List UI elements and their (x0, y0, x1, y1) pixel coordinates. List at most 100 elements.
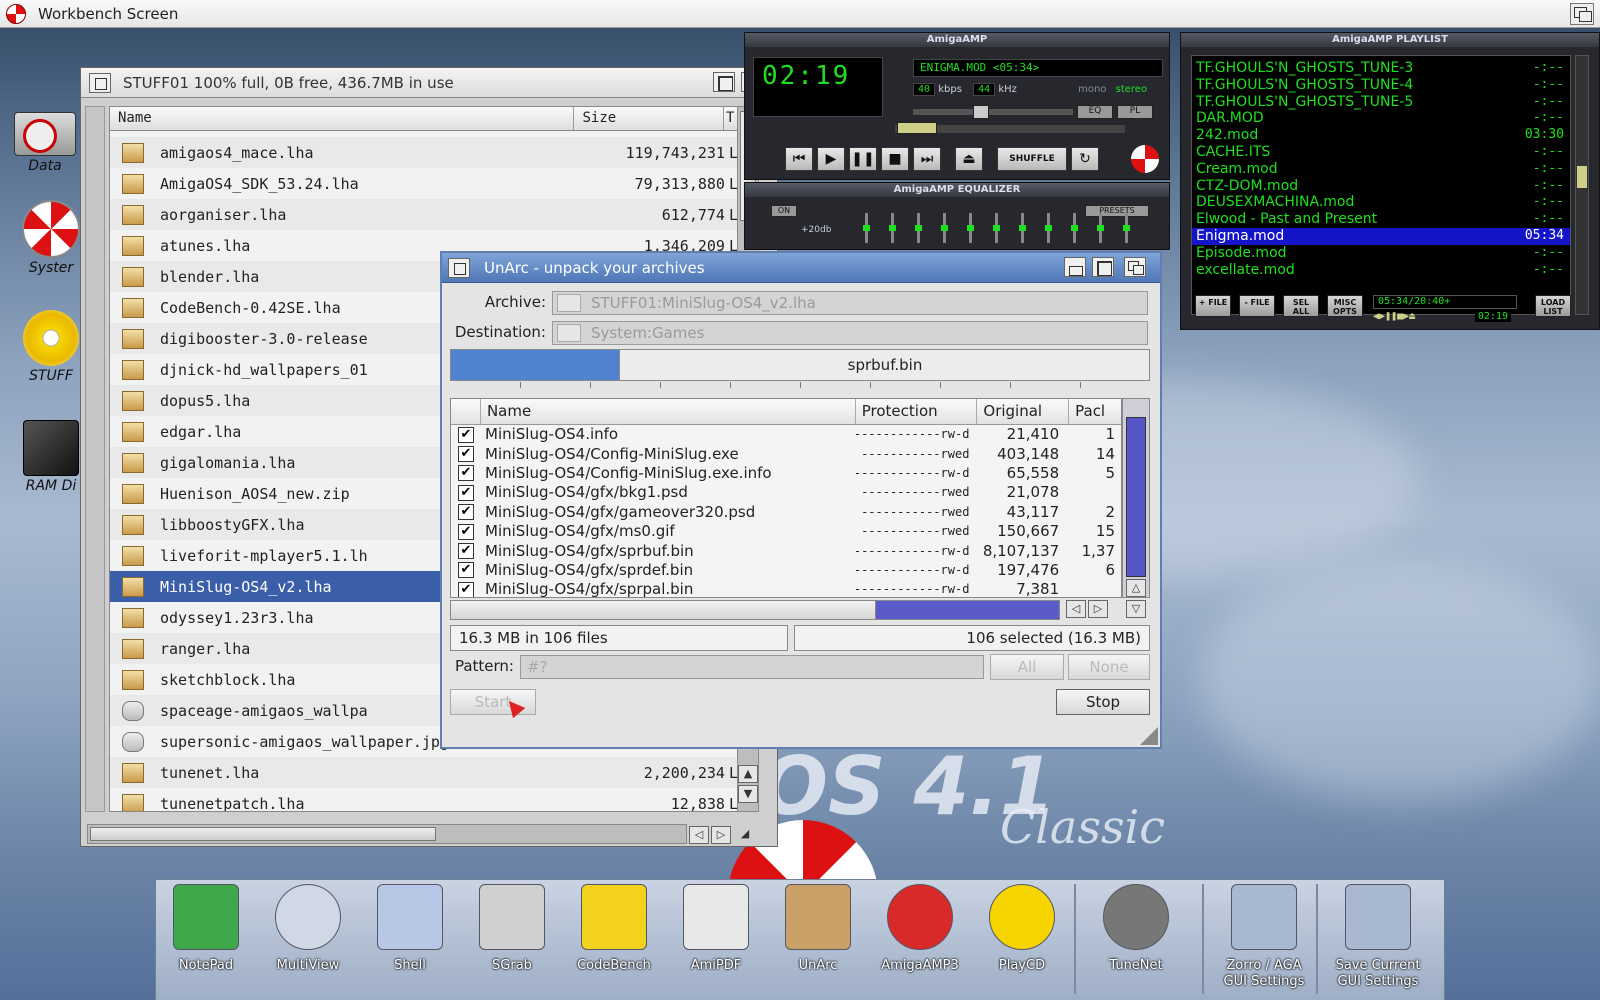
table-row[interactable]: ✔ MiniSlug-OS4/gfx/gameover320.psd -------… (451, 503, 1121, 522)
eq-toggle-button[interactable]: EQ (1077, 105, 1113, 119)
column-check[interactable] (451, 399, 481, 424)
desktop-icon-stuff[interactable]: STUFF (16, 310, 86, 384)
playlist-item[interactable]: CACHE.ITS -:-- (1192, 144, 1570, 161)
dock-item-zorro-aga-gui-settings[interactable]: Zorro / AGA GUI Settings (1214, 884, 1314, 994)
playlist-item[interactable]: Enigma.mod 05:34 (1192, 227, 1570, 245)
table-row[interactable]: ✔ MiniSlug-OS4/gfx/sprdef.bin ------------… (451, 561, 1121, 580)
drawer-titlebar[interactable]: STUFF01 100% full, 0B free, 436.7MB in u… (81, 68, 777, 98)
volume-knob[interactable] (973, 105, 989, 119)
playlist-item[interactable]: Cream.mod -:-- (1192, 161, 1570, 178)
eq-band-knob[interactable] (1019, 225, 1026, 231)
scroll-knob[interactable] (451, 601, 876, 619)
volume-slider[interactable] (913, 105, 1073, 119)
table-row[interactable]: ✔ MiniSlug-OS4/gfx/sprbuf.bin ------------… (451, 541, 1121, 560)
eq-band-knob[interactable] (993, 225, 1000, 231)
column-type[interactable]: T (724, 107, 738, 130)
table-row[interactable]: ✔ MiniSlug-OS4/Config-MiniSlug.exe.info --… (451, 464, 1121, 483)
archive-file-icon[interactable] (122, 173, 144, 194)
column-packed[interactable]: Pacl (1069, 399, 1121, 424)
table-row[interactable]: ✔ MiniSlug-OS4/gfx/bkg1.psd -----------rwe… (451, 483, 1121, 502)
close-icon[interactable] (448, 257, 470, 278)
archive-file-icon[interactable] (122, 204, 144, 225)
scroll-up-icon[interactable]: ▲ (738, 765, 758, 783)
playlist-item[interactable]: DEUSEXMACHINA.mod -:-- (1192, 194, 1570, 211)
archive-field[interactable]: STUFF01:MiniSlug-OS4_v2.lha (552, 291, 1148, 315)
eq-band-knob[interactable] (1123, 225, 1130, 231)
scroll-down-icon[interactable]: ▽ (1126, 600, 1146, 618)
eq-band-knob[interactable] (967, 225, 974, 231)
checkmark-icon[interactable]: ✔ (458, 581, 474, 597)
playlist-item[interactable]: 242.mod 03:30 (1192, 127, 1570, 144)
select-all-button[interactable]: All (990, 654, 1064, 680)
eject-icon[interactable]: ⏏ (955, 147, 983, 171)
dock-item-amigaamp3[interactable]: AmigaAMP3 (870, 884, 970, 994)
previous-icon[interactable]: ⏮ (785, 147, 813, 171)
pattern-input[interactable]: #? (520, 655, 984, 679)
table-vertical-scrollbar[interactable] (1122, 398, 1150, 598)
archive-file-icon[interactable] (122, 266, 144, 287)
dock-item-notepad[interactable]: NotePad (156, 884, 256, 994)
row-checkbox[interactable]: ✔ (451, 523, 481, 540)
checkmark-icon[interactable]: ✔ (458, 562, 474, 579)
scroll-up-icon[interactable]: △ (1126, 579, 1146, 597)
row-checkbox[interactable]: ✔ (451, 484, 481, 501)
seek-bar[interactable] (895, 122, 1125, 134)
picture-file-icon[interactable] (122, 700, 144, 721)
playlist-item[interactable]: TF.GHOULS'N_GHOSTS_TUNE-3 -:-- (1192, 60, 1570, 77)
time-display[interactable]: 02:19 (753, 57, 883, 117)
column-size[interactable]: Size (574, 107, 725, 130)
playlist-item[interactable]: DAR.MOD -:-- (1192, 110, 1570, 127)
eq-band-knob[interactable] (1071, 225, 1078, 231)
pause-icon[interactable]: ❚❚ (849, 147, 877, 171)
amiga-boing-icon[interactable] (1131, 145, 1159, 173)
stop-button[interactable]: Stop (1056, 689, 1150, 715)
desktop-icon-ram[interactable]: RAM Di (16, 420, 86, 494)
table-row[interactable]: ✔ MiniSlug-OS4/gfx/ms0.gif -----------rwed… (451, 522, 1121, 541)
playlist-item[interactable]: Episode.mod -:-- (1192, 245, 1570, 262)
seek-knob[interactable] (897, 122, 937, 134)
equalizer-titlebar[interactable]: AmigaAMP EQUALIZER (745, 183, 1169, 197)
row-checkbox[interactable]: ✔ (451, 426, 481, 443)
checkmark-icon[interactable]: ✔ (458, 504, 474, 521)
file-row[interactable]: AmigaOS4_SDK_53.24.lha 79,313,880 L (110, 168, 738, 199)
playlist-item[interactable]: TF.GHOULS'N_GHOSTS_TUNE-5 -:-- (1192, 94, 1570, 111)
dock-item-codebench[interactable]: CodeBench (564, 884, 664, 994)
stop-icon[interactable]: ■ (881, 147, 909, 171)
archive-file-icon[interactable] (122, 452, 144, 473)
zoom-icon[interactable] (1092, 257, 1114, 277)
checkmark-icon[interactable]: ✔ (458, 484, 474, 501)
scroll-left-icon[interactable]: ◁ (689, 826, 709, 844)
destination-field[interactable]: System:Games (552, 321, 1148, 345)
eq-band-knob[interactable] (889, 225, 896, 231)
select-none-button[interactable]: None (1068, 654, 1150, 680)
checkmark-icon[interactable]: ✔ (458, 446, 474, 463)
playlist-toggle-button[interactable]: PL (1117, 105, 1153, 119)
archive-file-icon[interactable] (122, 607, 144, 628)
mini-transport-icon[interactable]: ◀▶❚❚■▶⏏ (1373, 311, 1415, 322)
select-all-button[interactable]: SEL ALL (1283, 295, 1319, 317)
archive-file-icon[interactable] (122, 390, 144, 411)
file-row[interactable]: aorganiser.lha 612,774 L (110, 199, 738, 230)
eq-band-knob[interactable] (1097, 225, 1104, 231)
remove-file-button[interactable]: - FILE (1239, 295, 1275, 317)
screen-depth-gadget[interactable] (1570, 3, 1594, 25)
archive-file-icon[interactable] (122, 669, 144, 690)
dock-item-save-current-gui-settings[interactable]: Save Current GUI Settings (1328, 884, 1428, 994)
playlist-item[interactable]: TF.GHOULS'N_GHOSTS_TUNE-4 -:-- (1192, 77, 1570, 94)
checkmark-icon[interactable]: ✔ (458, 543, 474, 560)
dock-item-playcd[interactable]: PlayCD (972, 884, 1072, 994)
archive-file-icon[interactable] (122, 359, 144, 380)
eq-band-knob[interactable] (941, 225, 948, 231)
desktop-icon-data[interactable]: Data (10, 112, 80, 174)
drawer-requester-icon[interactable] (557, 324, 581, 342)
archive-file-icon[interactable] (122, 142, 144, 163)
resize-icon[interactable]: ◢ (735, 826, 755, 844)
eq-presets-button[interactable]: PRESETS (1085, 205, 1149, 217)
playlist-list[interactable]: TF.GHOULS'N_GHOSTS_TUNE-3 -:-- TF.GHOULS'N… (1191, 55, 1571, 315)
scroll-right-icon[interactable]: ▷ (711, 826, 731, 844)
dock-item-multiview[interactable]: MultiView (258, 884, 358, 994)
column-protection[interactable]: Protection (856, 399, 978, 424)
checkmark-icon[interactable]: ✔ (458, 426, 474, 443)
eq-band-knob[interactable] (915, 225, 922, 231)
close-icon[interactable] (89, 72, 111, 93)
